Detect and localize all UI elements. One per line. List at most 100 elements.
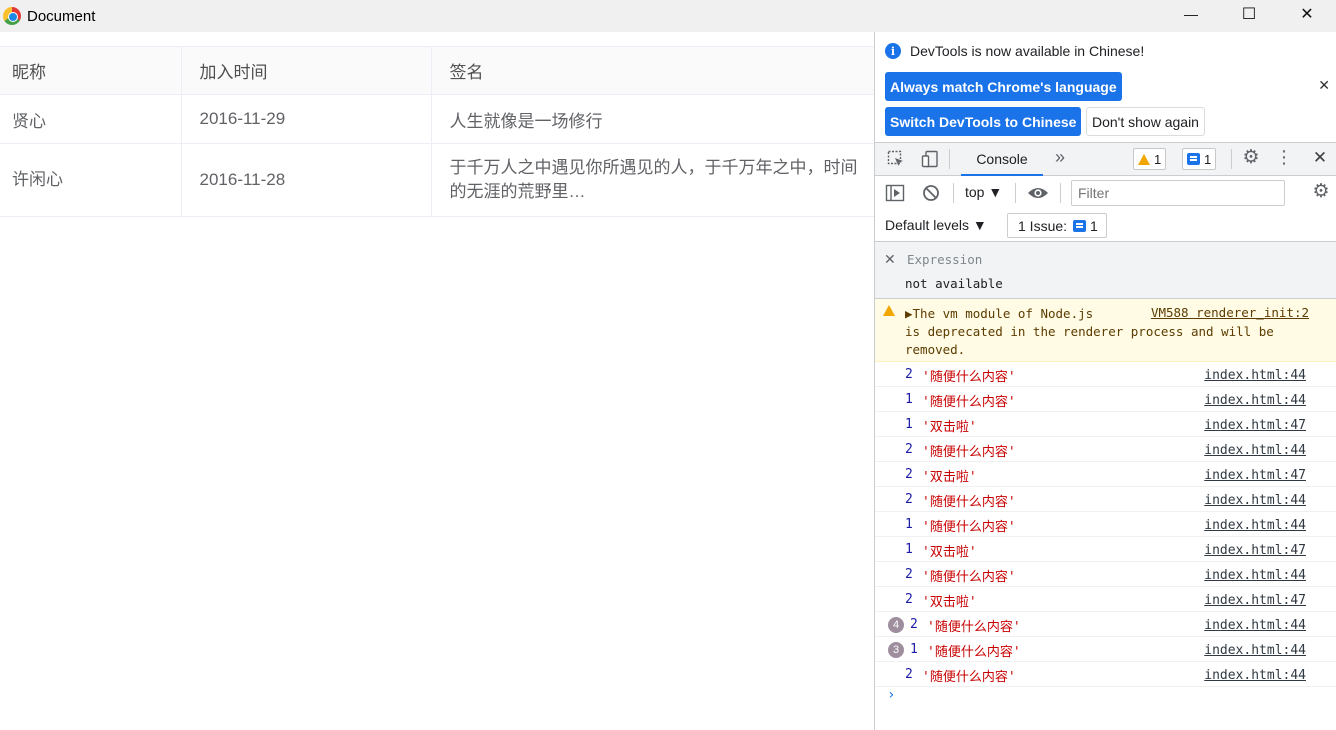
- log-string: '随便什么内容': [922, 670, 1016, 685]
- log-string: '双击啦': [922, 595, 977, 610]
- console-filter-input[interactable]: [1071, 180, 1285, 206]
- warning-icon: [1138, 153, 1150, 165]
- issue-message-icon: [1073, 219, 1087, 232]
- warning-icon: [883, 305, 895, 316]
- log-source-link[interactable]: index.html:47: [1204, 468, 1306, 483]
- log-number: 2: [910, 617, 918, 632]
- column-header-nickname: 昵称: [0, 46, 181, 95]
- warning-count: 1: [1154, 151, 1162, 167]
- infobar-message: DevTools is now available in Chinese!: [910, 43, 1145, 59]
- log-string: '双击啦': [922, 470, 977, 485]
- log-number: 1: [905, 517, 913, 532]
- log-string: '双击啦': [922, 420, 977, 435]
- log-number: 2: [905, 567, 913, 582]
- log-number: 1: [905, 392, 913, 407]
- message-count: 1: [1204, 151, 1212, 167]
- devtools-toolbar: Console » 1 1 ⚙ ⋮ ✕: [875, 142, 1336, 176]
- console-prompt-icon[interactable]: ›: [887, 687, 895, 703]
- log-source-link[interactable]: index.html:44: [1204, 668, 1306, 683]
- issues-count: 1: [1090, 217, 1098, 234]
- log-source-link[interactable]: index.html:47: [1204, 593, 1306, 608]
- log-source-link[interactable]: index.html:44: [1204, 393, 1306, 408]
- cell-join-time: 2016-11-28: [180, 143, 431, 217]
- console-log-row: 1 '双击啦' index.html:47: [875, 412, 1336, 437]
- expression-value: not available: [905, 276, 1003, 291]
- log-string: '随便什么内容': [922, 570, 1016, 585]
- toolbar-separator: [1015, 183, 1016, 203]
- message-icon: [1187, 153, 1200, 165]
- tab-console[interactable]: Console: [961, 143, 1043, 176]
- log-source-link[interactable]: index.html:44: [1204, 643, 1306, 658]
- switch-to-chinese-button[interactable]: Switch DevTools to Chinese: [885, 107, 1082, 136]
- devtools-panel: i DevTools is now available in Chinese! …: [874, 32, 1336, 730]
- toolbar-separator: [953, 183, 954, 203]
- log-string: '随便什么内容': [922, 495, 1016, 510]
- console-log-row: 4 2 '随便什么内容' index.html:44: [875, 612, 1336, 637]
- repeat-count-badge: 4: [888, 617, 904, 633]
- toolbar-separator: [1231, 149, 1232, 169]
- table-header-row: 昵称 加入时间 签名: [0, 46, 874, 95]
- log-string: '双击啦': [922, 545, 977, 560]
- settings-gear-icon[interactable]: ⚙: [1241, 147, 1261, 168]
- console-log-row: 2 '随便什么内容' index.html:44: [875, 662, 1336, 687]
- window-title-bar: Document — ☐ ✕: [0, 0, 1336, 32]
- log-number: 2: [905, 667, 913, 682]
- console-log-row: 2 '随便什么内容' index.html:44: [875, 362, 1336, 387]
- dont-show-again-button[interactable]: Don't show again: [1086, 107, 1205, 136]
- log-source-link[interactable]: index.html:44: [1204, 368, 1306, 383]
- maximize-button[interactable]: ☐: [1220, 0, 1278, 28]
- close-devtools-icon[interactable]: ✕: [1311, 148, 1329, 167]
- close-window-button[interactable]: ✕: [1278, 0, 1336, 28]
- log-source-link[interactable]: index.html:47: [1204, 418, 1306, 433]
- log-source-link[interactable]: index.html:44: [1204, 493, 1306, 508]
- inspect-element-icon[interactable]: [887, 150, 905, 168]
- console-log-row: 3 1 '随便什么内容' index.html:44: [875, 637, 1336, 662]
- log-number: 2: [905, 467, 913, 482]
- sidebar-toggle-icon[interactable]: [885, 184, 905, 202]
- console-log-row: 1 '随便什么内容' index.html:44: [875, 387, 1336, 412]
- log-number: 1: [910, 642, 918, 657]
- warnings-badge[interactable]: 1: [1133, 148, 1167, 170]
- minimize-button[interactable]: —: [1162, 0, 1220, 28]
- log-source-link[interactable]: index.html:44: [1204, 618, 1306, 633]
- cell-signature: 人生就像是一场修行: [430, 94, 874, 144]
- log-source-link[interactable]: index.html:47: [1204, 543, 1306, 558]
- expression-label[interactable]: Expression: [907, 252, 982, 267]
- default-levels-dropdown[interactable]: Default levels ▼: [885, 217, 987, 233]
- console-log-row: 1 '双击啦' index.html:47: [875, 537, 1336, 562]
- close-icon: ✕: [1300, 6, 1314, 23]
- log-string: '随便什么内容': [922, 520, 1016, 535]
- console-log-row: 2 '随便什么内容' index.html:44: [875, 562, 1336, 587]
- log-source-link[interactable]: index.html:44: [1204, 518, 1306, 533]
- log-source-link[interactable]: index.html:44: [1204, 443, 1306, 458]
- more-tabs-icon[interactable]: »: [1053, 147, 1067, 167]
- more-options-icon[interactable]: ⋮: [1275, 147, 1293, 167]
- page-content: 昵称 加入时间 签名 贤心 2016-11-29 人生就像是一场修行 许闲心 2…: [0, 32, 874, 730]
- clear-console-icon[interactable]: [922, 184, 940, 202]
- issues-button[interactable]: 1 Issue: 1: [1007, 213, 1107, 238]
- table-row: 许闲心 2016-11-28 于千万人之中遇见你所遇见的人，于千万年之中，时间的…: [0, 143, 874, 217]
- log-number: 2: [905, 367, 913, 382]
- info-icon: i: [885, 43, 901, 59]
- console-warning-message: ▶The vm module of Node.js is deprecated …: [875, 299, 1336, 362]
- console-log-list: 2 '随便什么内容' index.html:44 1 '随便什么内容' index.htm…: [875, 362, 1336, 687]
- live-expression-eye-icon[interactable]: [1027, 184, 1049, 202]
- warning-source-link[interactable]: VM588 renderer_init:2: [1142, 305, 1309, 320]
- always-match-language-button[interactable]: Always match Chrome's language: [885, 72, 1122, 101]
- log-string: '随便什么内容': [922, 395, 1016, 410]
- log-string: '随便什么内容': [927, 620, 1021, 635]
- console-log-row: 2 '双击啦' index.html:47: [875, 462, 1336, 487]
- cell-join-time: 2016-11-29: [180, 94, 431, 144]
- column-header-signature: 签名: [430, 46, 874, 95]
- device-toolbar-icon[interactable]: [921, 150, 939, 168]
- infobar-close-icon[interactable]: ✕: [1318, 77, 1330, 94]
- log-source-link[interactable]: index.html:44: [1204, 568, 1306, 583]
- language-infobar: i DevTools is now available in Chinese! …: [875, 32, 1336, 142]
- infobar-message-row: i DevTools is now available in Chinese!: [885, 43, 1144, 59]
- console-log-row: 1 '随便什么内容' index.html:44: [875, 512, 1336, 537]
- context-selector[interactable]: top ▼: [965, 184, 1002, 200]
- log-string: '随便什么内容': [927, 645, 1021, 660]
- messages-badge[interactable]: 1: [1182, 148, 1217, 170]
- remove-expression-icon[interactable]: ✕: [884, 251, 896, 268]
- console-settings-gear-icon[interactable]: ⚙: [1311, 181, 1331, 202]
